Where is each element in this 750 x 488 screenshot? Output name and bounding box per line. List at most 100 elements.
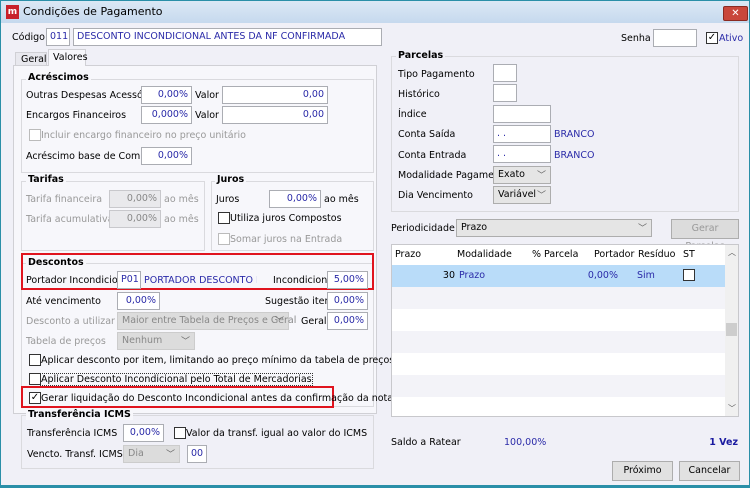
dia-vencimento-value: Variável — [498, 189, 537, 200]
dia-input[interactable]: 00 — [187, 445, 207, 463]
chevron-down-icon: ﹀ — [180, 337, 190, 347]
geral-input[interactable]: 0,00% — [327, 312, 368, 330]
vencto-select[interactable]: Dia ﹀ — [123, 445, 180, 463]
aplicar-total-checkbox[interactable] — [29, 373, 41, 385]
tabela-select[interactable]: Nenhum ﹀ — [117, 332, 195, 350]
somar-checkbox[interactable] — [218, 233, 230, 245]
transf-label: Transferência ICMS — [27, 428, 118, 439]
ao-mes-label: ao mês — [324, 194, 359, 205]
saldo-value: 100,00% — [504, 437, 547, 448]
cell-prazo: 30 — [442, 270, 455, 281]
sugestao-input[interactable]: 0,00% — [327, 292, 368, 310]
tarifa-acumulativa-label: Tarifa acumulativa — [26, 214, 114, 225]
senha-input[interactable] — [653, 29, 697, 47]
dia-vencimento-select[interactable]: Variável ﹀ — [493, 186, 551, 204]
codigo-input[interactable]: 011 — [46, 28, 70, 46]
geral-label: Geral — [301, 316, 327, 327]
window-title: Condições de Pagamento — [23, 5, 163, 18]
conta-saida-input[interactable]: . . — [493, 125, 551, 143]
tab-valores[interactable]: Valores — [48, 49, 88, 66]
cell-residuo: Sim — [637, 270, 655, 281]
aplicar-item-label: Aplicar desconto por item, limitando ao … — [41, 355, 395, 366]
ativo-checkbox[interactable]: ✓ — [706, 32, 718, 44]
encargos-label: Encargos Financeiros — [26, 110, 127, 121]
compostos-checkbox[interactable] — [218, 212, 230, 224]
tarifa-acumulativa-input[interactable]: 0,00% — [109, 210, 161, 228]
column-header[interactable]: % Parcela — [532, 249, 578, 260]
comissao-input[interactable]: 0,00% — [141, 147, 192, 165]
proximo-button[interactable]: Próximo — [612, 461, 673, 481]
vencto-value: Dia — [128, 448, 144, 459]
descricao-input[interactable]: DESCONTO INCONDICIONAL ANTES DA NF CONFI… — [73, 28, 382, 46]
ate-vencimento-label: Até vencimento — [26, 296, 101, 307]
outras-valor-input[interactable]: 0,00 — [222, 86, 328, 104]
historico-input[interactable] — [493, 84, 517, 102]
cell-st-checkbox[interactable] — [683, 269, 695, 281]
juros-input[interactable]: 0,00% — [269, 190, 321, 208]
historico-label: Histórico — [398, 89, 440, 100]
conta-entrada-label: Conta Entrada — [398, 150, 467, 161]
column-header[interactable]: ST — [683, 249, 695, 260]
chevron-down-icon: ﹀ — [536, 171, 546, 181]
compostos-label: Utiliza juros Compostos — [230, 213, 342, 224]
aplicar-item-checkbox[interactable] — [29, 354, 41, 366]
senha-label: Senha — [621, 33, 651, 44]
igual-icms-checkbox[interactable] — [174, 427, 186, 439]
cancelar-button[interactable]: Cancelar — [679, 461, 740, 481]
cell-modalidade: Prazo — [459, 270, 486, 281]
portador-code-input[interactable]: P01 — [117, 271, 141, 289]
incondicional-input[interactable]: 5,00% — [327, 271, 368, 289]
tarifas-title: Tarifas — [26, 174, 66, 185]
gerar-parcelas-button[interactable]: Gerar Parcelas — [671, 219, 739, 252]
tarifa-financeira-label: Tarifa financeira — [26, 194, 103, 205]
scrollbar-thumb[interactable] — [726, 323, 737, 336]
gerar-liquidacao-label: Gerar liquidação do Desconto Incondicion… — [41, 393, 394, 404]
table-row[interactable] — [392, 331, 725, 353]
periodicidade-select[interactable]: Prazo ﹀ — [456, 219, 652, 237]
sugestao-label: Sugestão itens — [265, 296, 336, 307]
ao-mes-label: ao mês — [164, 194, 199, 205]
utilizar-label: Desconto a utilizar — [26, 316, 115, 327]
conta-saida-name: BRANCO — [554, 129, 595, 140]
scroll-up-icon[interactable]: ︿ — [728, 247, 736, 258]
parcelas-grid: Prazo Modalidade % Parcela Portador Resí… — [391, 244, 739, 417]
conta-entrada-input[interactable]: . . — [493, 145, 551, 163]
encargos-valor-input[interactable]: 0,00 — [222, 106, 328, 124]
incluir-checkbox[interactable] — [29, 129, 41, 141]
chevron-down-icon: ﹀ — [536, 191, 546, 201]
juros-title: Juros — [215, 174, 247, 185]
column-header[interactable]: Resíduo — [638, 249, 675, 260]
ate-vencimento-input[interactable]: 0,00% — [117, 292, 160, 310]
gerar-liquidacao-checkbox[interactable]: ✓ — [29, 392, 41, 404]
conta-saida-label: Conta Saída — [398, 129, 456, 140]
periodicidade-label: Periodicidade — [391, 223, 455, 234]
indice-input[interactable] — [493, 105, 551, 123]
chevron-down-icon: ﹀ — [637, 224, 647, 234]
scroll-down-icon[interactable]: ﹀ — [728, 403, 736, 414]
cell-parcela: 0,00% — [587, 270, 618, 281]
indice-label: Índice — [398, 109, 427, 120]
chevron-down-icon: ﹀ — [165, 450, 175, 460]
saldo-label: Saldo a Ratear — [391, 437, 461, 448]
column-header[interactable]: Portador — [594, 249, 634, 260]
scrollbar[interactable]: ︿ ﹀ — [725, 245, 738, 416]
utilizar-select[interactable]: Maior entre Tabela de Preços e Geral ﹀ — [117, 312, 296, 330]
encargos-pct-input[interactable]: 0,000% — [141, 106, 192, 124]
transf-input[interactable]: 0,00% — [123, 424, 164, 442]
column-header[interactable]: Prazo — [395, 249, 421, 260]
modalidade-select[interactable]: Exato ﹀ — [493, 166, 551, 184]
table-row[interactable] — [392, 287, 725, 309]
outras-label: Outras Despesas Acessórias — [26, 90, 161, 101]
table-row[interactable] — [392, 375, 725, 397]
tabela-value: Nenhum — [122, 335, 163, 346]
tarifa-financeira-input[interactable]: 0,00% — [109, 190, 161, 208]
close-icon[interactable]: ✕ — [723, 6, 748, 21]
tab-geral[interactable]: Geral — [15, 52, 47, 66]
tipo-pagamento-input[interactable] — [493, 64, 517, 82]
column-header[interactable]: Modalidade — [457, 249, 512, 260]
valor-label: Valor — [195, 110, 219, 121]
portador-name: PORTADOR DESCONTO INCONDICIONAL — [144, 275, 257, 286]
parcelas-title: Parcelas — [396, 50, 446, 61]
outras-pct-input[interactable]: 0,00% — [141, 86, 192, 104]
table-row[interactable]: 30 Prazo 0,00% Sim — [392, 265, 725, 287]
